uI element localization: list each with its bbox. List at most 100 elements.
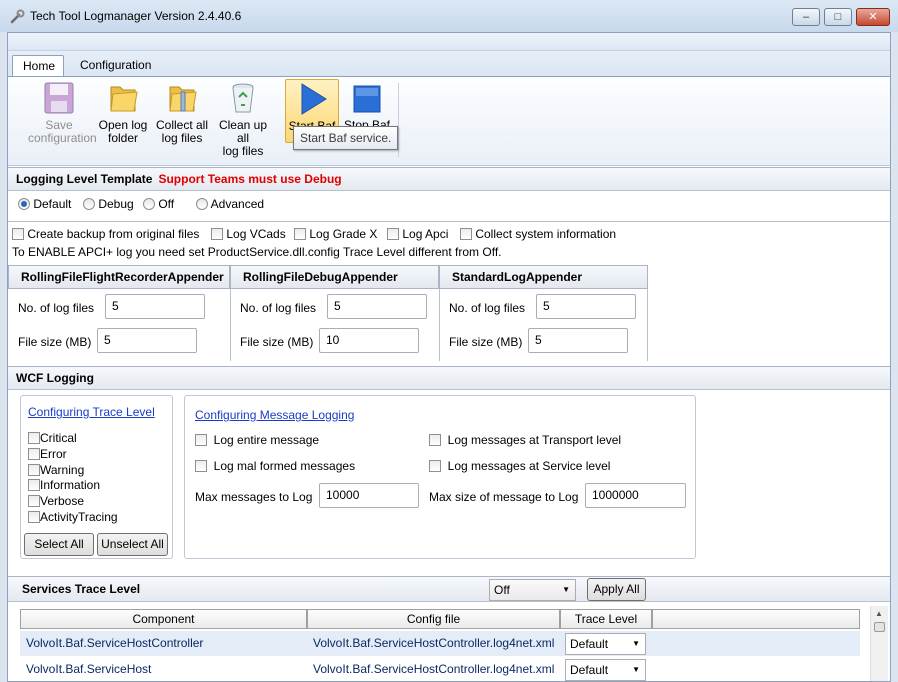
debug-file-size-input[interactable]: 10 [319, 328, 419, 353]
save-configuration-button[interactable]: Save configuration [28, 79, 97, 149]
collect-system-info-label: Collect system information [475, 227, 617, 241]
tab-home[interactable]: Home [12, 55, 64, 77]
support-teams-warning: Support Teams must use Debug [158, 172, 342, 186]
trace-warning-checkbox[interactable]: Warning [28, 463, 84, 477]
column-header-component[interactable]: Component [20, 609, 307, 629]
appender-separator [439, 289, 440, 361]
trace-critical-label: Critical [40, 431, 77, 445]
log-vcads-checkbox[interactable]: Log VCads [211, 227, 286, 241]
log-vcads-box[interactable] [211, 228, 223, 240]
flight-recorder-appender-header: RollingFileFlightRecorderAppender [8, 265, 230, 289]
client-area: Home Configuration Save configuration Op… [7, 32, 891, 682]
create-backup-label: Create backup from original files [27, 227, 200, 241]
trace-verbose-checkbox[interactable]: Verbose [28, 494, 84, 508]
log-malformed-label: Log mal formed messages [213, 459, 356, 473]
trace-warning-box[interactable] [28, 464, 40, 476]
open-log-folder-label: Open log folder [98, 118, 148, 145]
trace-error-checkbox[interactable]: Error [28, 447, 67, 461]
log-service-level-checkbox[interactable]: Log messages at Service level [429, 459, 610, 473]
trace-critical-checkbox[interactable]: Critical [28, 431, 77, 445]
trace-critical-box[interactable] [28, 432, 40, 444]
radio-default-circle[interactable] [18, 198, 30, 210]
log-grade-x-checkbox[interactable]: Log Grade X [294, 227, 377, 241]
log-grade-x-label: Log Grade X [309, 227, 378, 241]
log-entire-message-label: Log entire message [213, 433, 320, 447]
log-malformed-box[interactable] [195, 460, 207, 472]
column-header-trace-level[interactable]: Trace Level [560, 609, 652, 629]
fr-file-size-label: File size (MB) [18, 335, 92, 349]
max-size-input[interactable]: 1000000 [585, 483, 686, 508]
table-row[interactable]: VolvoIt.Baf.ServiceHost VolvoIt.Baf.Serv… [20, 657, 860, 681]
configuring-message-logging-link[interactable]: Configuring Message Logging [195, 408, 354, 422]
trace-verbose-box[interactable] [28, 495, 40, 507]
radio-default[interactable]: Default [18, 197, 71, 211]
log-entire-message-checkbox[interactable]: Log entire message [195, 433, 319, 447]
standard-appender-header: StandardLogAppender [439, 265, 648, 289]
log-apci-box[interactable] [387, 228, 399, 240]
scroll-thumb[interactable] [874, 622, 885, 632]
table-row[interactable]: VolvoIt.Baf.ServiceHostController VolvoI… [20, 631, 860, 656]
scroll-up-icon[interactable]: ▲ [875, 609, 883, 618]
log-service-level-box[interactable] [429, 460, 441, 472]
radio-off-circle[interactable] [143, 198, 155, 210]
radio-debug-circle[interactable] [83, 198, 95, 210]
trace-error-box[interactable] [28, 448, 40, 460]
configuring-trace-level-link[interactable]: Configuring Trace Level [28, 405, 155, 419]
log-transport-level-box[interactable] [429, 434, 441, 446]
create-backup-checkbox[interactable]: Create backup from original files [12, 227, 199, 241]
tab-configuration[interactable]: Configuration [70, 55, 165, 77]
vertical-scrollbar[interactable]: ▲ [870, 606, 888, 681]
apply-all-button[interactable]: Apply All [587, 578, 646, 601]
collect-system-info-box[interactable] [460, 228, 472, 240]
row-trace-level-select[interactable]: Default ▼ [565, 633, 646, 655]
fr-file-size-input[interactable]: 5 [97, 328, 197, 353]
debug-log-files-input[interactable]: 5 [327, 294, 427, 319]
logging-level-header: Logging Level Template Support Teams must… [8, 167, 890, 191]
fr-log-files-label: No. of log files [18, 301, 95, 315]
create-backup-box[interactable] [12, 228, 24, 240]
apci-note: To ENABLE APCI+ log you need set Product… [12, 245, 502, 259]
services-level-select[interactable]: Off ▼ [489, 579, 576, 601]
collect-log-files-button[interactable]: Collect all log files [151, 79, 213, 149]
max-size-label: Max size of message to Log [429, 490, 579, 504]
trace-activity-checkbox[interactable]: ActivityTracing [28, 510, 118, 524]
std-file-size-input[interactable]: 5 [528, 328, 628, 353]
trace-information-box[interactable] [28, 479, 40, 491]
chevron-down-icon: ▼ [562, 585, 570, 594]
fr-log-files-input[interactable]: 5 [105, 294, 205, 319]
max-messages-label: Max messages to Log [195, 490, 313, 504]
log-vcads-label: Log VCads [226, 227, 286, 241]
close-button[interactable]: ✕ [856, 8, 890, 26]
trace-information-checkbox[interactable]: Information [28, 478, 100, 492]
log-grade-x-box[interactable] [294, 228, 306, 240]
window-title: Tech Tool Logmanager Version 2.4.40.6 [30, 9, 242, 23]
log-entire-message-box[interactable] [195, 434, 207, 446]
trace-activity-box[interactable] [28, 511, 40, 523]
radio-default-label: Default [33, 197, 72, 211]
select-all-button[interactable]: Select All [24, 533, 94, 556]
row-trace-level-select[interactable]: Default ▼ [565, 659, 646, 681]
minimize-button[interactable]: – [792, 8, 820, 26]
divider [8, 221, 890, 222]
wcf-logging-header: WCF Logging [8, 366, 890, 390]
log-malformed-checkbox[interactable]: Log mal formed messages [195, 459, 355, 473]
ribbon-tabs: Home Configuration [8, 51, 890, 77]
services-grid: Component Config file Trace Level VolvoI… [20, 609, 860, 681]
maximize-button[interactable]: □ [824, 8, 852, 26]
radio-advanced-circle[interactable] [196, 198, 208, 210]
column-header-config-file[interactable]: Config file [307, 609, 560, 629]
collect-system-info-checkbox[interactable]: Collect system information [460, 227, 616, 241]
std-log-files-input[interactable]: 5 [536, 294, 636, 319]
column-header-filler [652, 609, 860, 629]
trace-warning-label: Warning [40, 463, 85, 477]
clean-up-log-files-button[interactable]: Clean up all log files [212, 79, 274, 158]
log-apci-checkbox[interactable]: Log Apci [387, 227, 448, 241]
unselect-all-button[interactable]: Unselect All [97, 533, 168, 556]
radio-off[interactable]: Off [143, 197, 174, 211]
radio-debug[interactable]: Debug [83, 197, 134, 211]
open-log-folder-button[interactable]: Open log folder [92, 79, 154, 149]
radio-advanced[interactable]: Advanced [196, 197, 264, 211]
max-messages-input[interactable]: 10000 [319, 483, 419, 508]
floppy-disk-icon [44, 82, 74, 114]
log-transport-level-checkbox[interactable]: Log messages at Transport level [429, 433, 621, 447]
